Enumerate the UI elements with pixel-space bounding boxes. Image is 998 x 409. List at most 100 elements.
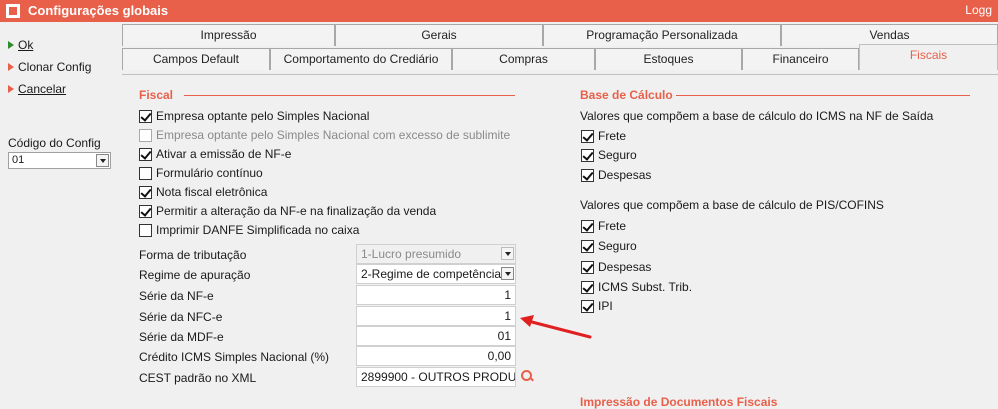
left-panel: Ok Clonar Config Cancelar Código do Conf… [0,22,122,405]
fiscal-section-title: Fiscal [139,88,174,102]
checkbox[interactable] [581,299,594,313]
pis-cofins-label: Valores que compõem a base de cálculo de… [580,198,884,212]
checkbox[interactable] [581,239,594,253]
check-formulario-continuo[interactable]: Formulário contínuo [139,166,263,180]
impressao-docs-title: Impressão de Documentos Fiscais [580,395,778,409]
codigo-config-label: Código do Config [8,136,101,150]
check-icms-seguro[interactable]: Seguro [581,148,637,162]
tab-vendas[interactable]: Vendas [781,24,998,46]
checkbox[interactable] [139,166,152,180]
check-simples-nacional[interactable]: Empresa optante pelo Simples Nacional [139,109,369,123]
check-label: Imprimir DANFE Simplificada no caixa [156,223,360,237]
regime-apuracao-label: Regime de apuração [139,268,251,282]
checkbox[interactable] [581,168,594,182]
tab-fiscais[interactable]: Fiscais [859,44,998,70]
checkbox[interactable] [581,129,594,143]
check-label: Nota fiscal eletrônica [156,185,268,199]
tab-row-2: Campos Default Comportamento do Crediári… [122,44,998,70]
tab-campos-default[interactable]: Campos Default [122,48,270,70]
chevron-down-icon[interactable] [96,154,109,167]
checkbox[interactable] [139,204,152,218]
logg-label: Logg [965,3,992,17]
cancelar-arrow-icon [8,85,14,93]
check-icms-despesas[interactable]: Despesas [581,168,651,182]
check-pis-icms-st[interactable]: ICMS Subst. Trib. [581,280,692,294]
forma-tributacao-select: 1-Lucro presumido [356,244,516,264]
tab-compras[interactable]: Compras [452,48,595,70]
check-imprimir-danfe[interactable]: Imprimir DANFE Simplificada no caixa [139,223,359,237]
tab-gerais[interactable]: Gerais [335,24,543,46]
check-label: Ativar a emissão de NF-e [156,147,292,161]
check-label: Seguro [598,239,637,253]
check-simples-sublimite: Empresa optante pelo Simples Nacional co… [139,128,510,142]
window-title: Configurações globais [28,3,169,18]
cancelar-button[interactable]: Cancelar [8,82,66,96]
title-bar: Configurações globais Logg [0,0,998,22]
cest-padrao-label: CEST padrão no XML [139,371,257,385]
fiscais-panel: Fiscal Empresa optante pelo Simples Naci… [122,75,998,409]
check-pis-despesas[interactable]: Despesas [581,260,651,274]
search-icon[interactable] [521,370,533,382]
check-label: IPI [598,299,613,313]
checkbox[interactable] [581,260,594,274]
annotation-arrow-icon [520,315,592,339]
cancelar-label: Cancelar [18,82,67,96]
checkbox[interactable] [581,148,594,162]
serie-mdfe-input[interactable]: 01 [356,326,516,346]
check-icms-frete[interactable]: Frete [581,129,626,143]
check-label: Seguro [598,148,637,162]
app-icon [6,4,20,18]
serie-nfe-input[interactable]: 1 [356,285,516,305]
chevron-down-icon [501,247,514,260]
chevron-down-icon[interactable] [501,267,514,280]
serie-nfce-input[interactable]: 1 [356,306,516,326]
check-label: Frete [598,129,627,143]
regime-apuracao-value: 2-Regime de competência [361,267,502,281]
clonar-label: Clonar Config [18,60,92,74]
codigo-config-value: 01 [12,154,25,166]
tab-impressao[interactable]: Impressão [122,24,335,46]
tab-programacao-personalizada[interactable]: Programação Personalizada [543,24,781,46]
clonar-arrow-icon [8,63,14,71]
serie-nfce-label: Série da NFC-e [139,310,223,324]
checkbox[interactable] [139,185,152,199]
fiscal-section-line [184,95,515,96]
ok-arrow-icon [8,41,14,49]
tab-comportamento-crediario[interactable]: Comportamento do Crediário [270,48,452,70]
check-label: Formulário contínuo [156,166,263,180]
checkbox[interactable] [139,109,152,123]
check-label: Despesas [598,168,652,182]
check-nota-fiscal-eletronica[interactable]: Nota fiscal eletrônica [139,185,267,199]
check-label: Empresa optante pelo Simples Nacional co… [156,128,511,142]
check-permitir-alteracao-nfe[interactable]: Permitir a alteração da NF-e na finaliza… [139,204,436,218]
checkbox[interactable] [139,223,152,237]
base-calculo-title: Base de Cálculo [580,88,673,102]
checkbox[interactable] [581,219,594,233]
codigo-config-select[interactable]: 01 [8,152,111,169]
tab-financeiro[interactable]: Financeiro [742,48,859,70]
serie-nfe-label: Série da NF-e [139,289,214,303]
check-label: Permitir a alteração da NF-e na finaliza… [156,204,437,218]
ok-button[interactable]: Ok [8,38,33,52]
check-pis-ipi[interactable]: IPI [581,299,613,313]
cest-padrao-input[interactable]: 2899900 - OUTROS PRODUTOS [356,367,516,387]
credito-icms-label: Crédito ICMS Simples Nacional (%) [139,350,330,364]
base-calculo-line [676,95,970,96]
tab-estoques[interactable]: Estoques [595,48,742,70]
regime-apuracao-select[interactable]: 2-Regime de competência [356,264,516,284]
check-label: Despesas [598,260,652,274]
check-label: ICMS Subst. Trib. [598,280,693,294]
checkbox[interactable] [139,147,152,161]
serie-mdfe-label: Série da MDF-e [139,330,224,344]
check-label: Frete [598,219,627,233]
check-pis-frete[interactable]: Frete [581,219,626,233]
credito-icms-input[interactable]: 0,00 [356,346,516,366]
forma-tributacao-label: Forma de tributação [139,248,247,262]
tab-row-1: Impressão Gerais Programação Personaliza… [122,24,998,46]
ok-label: Ok [18,38,34,52]
check-pis-seguro[interactable]: Seguro [581,239,637,253]
check-ativar-nfe[interactable]: Ativar a emissão de NF-e [139,147,291,161]
checkbox[interactable] [581,280,594,294]
clonar-config-button[interactable]: Clonar Config [8,60,91,74]
check-label: Empresa optante pelo Simples Nacional [156,109,370,123]
